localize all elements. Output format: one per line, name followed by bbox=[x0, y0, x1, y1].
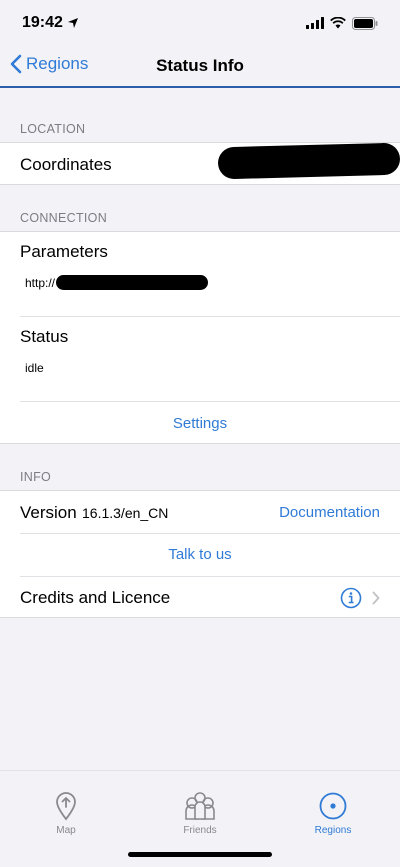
status-value: idle bbox=[25, 361, 44, 375]
talk-to-us-button[interactable]: Talk to us bbox=[0, 546, 400, 563]
divider bbox=[20, 576, 400, 577]
credits-label[interactable]: Credits and Licence bbox=[20, 588, 170, 608]
tab-map-label: Map bbox=[56, 825, 76, 836]
chevron-right-icon bbox=[372, 591, 380, 605]
wifi-icon bbox=[330, 17, 346, 29]
tab-regions[interactable]: Regions bbox=[283, 791, 383, 836]
navigation-bar: Regions Status Info bbox=[0, 46, 400, 88]
status-label: Status bbox=[20, 327, 69, 346]
map-pin-icon bbox=[56, 792, 76, 821]
section-header-location: LOCATION bbox=[20, 122, 86, 136]
battery-icon bbox=[352, 16, 378, 30]
tab-regions-label: Regions bbox=[314, 825, 352, 836]
version-label: Version bbox=[20, 503, 77, 522]
parameters-url-redacted bbox=[56, 275, 208, 290]
status-time: 19:42 bbox=[22, 14, 63, 31]
coordinates-label: Coordinates bbox=[20, 155, 112, 174]
tab-friends-label: Friends bbox=[183, 825, 217, 836]
info-group: Version 16.1.3/en_CN Documentation Talk … bbox=[0, 490, 400, 618]
status-bar-left: 19:42 bbox=[22, 14, 79, 32]
section-header-connection: CONNECTION bbox=[20, 211, 108, 225]
divider bbox=[20, 533, 400, 534]
tab-map[interactable]: Map bbox=[16, 791, 116, 836]
signal-icon bbox=[306, 17, 324, 29]
divider bbox=[20, 316, 400, 317]
coordinates-value-redacted bbox=[217, 142, 400, 180]
connection-group: Parameters http:// Status idle Settings bbox=[0, 231, 400, 444]
location-group: Coordinates bbox=[0, 142, 400, 185]
location-arrow-icon bbox=[67, 18, 78, 28]
info-icon[interactable] bbox=[340, 587, 362, 609]
status-bar: 19:42 bbox=[0, 0, 400, 46]
status-bar-right bbox=[306, 16, 378, 30]
section-header-info: INFO bbox=[20, 470, 52, 484]
page-title: Status Info bbox=[156, 56, 244, 75]
parameters-value: http:// bbox=[25, 276, 56, 290]
tab-friends[interactable]: Friends bbox=[150, 791, 250, 836]
parameters-label: Parameters bbox=[20, 242, 108, 261]
divider bbox=[20, 401, 400, 402]
version-value: 16.1.3/en_CN bbox=[82, 505, 169, 521]
documentation-link[interactable]: Documentation bbox=[279, 504, 380, 521]
home-indicator[interactable] bbox=[128, 852, 272, 857]
settings-button[interactable]: Settings bbox=[0, 415, 400, 432]
regions-icon bbox=[319, 792, 347, 820]
friends-icon bbox=[185, 792, 215, 820]
